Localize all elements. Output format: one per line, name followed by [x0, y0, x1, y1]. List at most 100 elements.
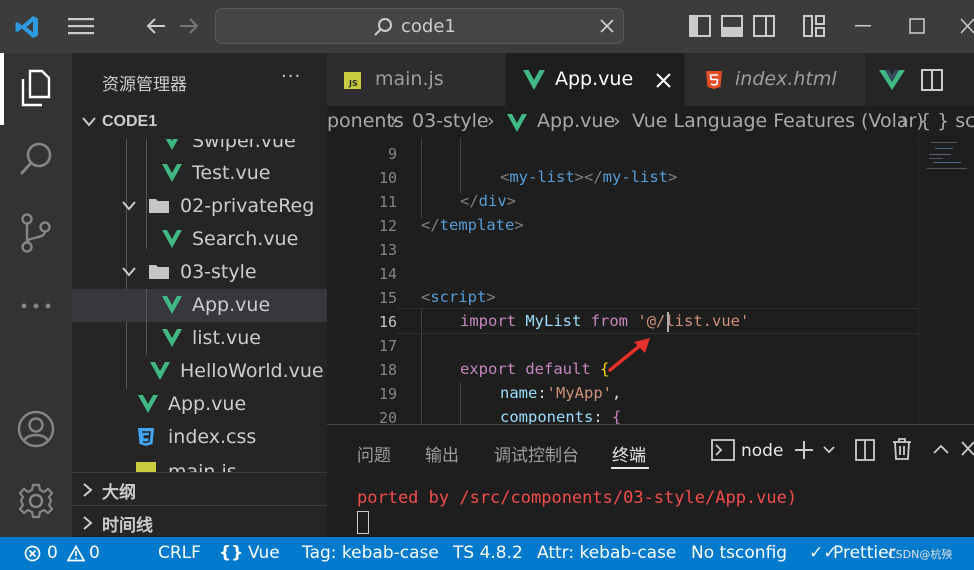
tree-item-test[interactable]: Test.vue: [72, 157, 327, 190]
close-window-icon[interactable]: [960, 18, 974, 34]
tree-item-label: 02-privateReg: [180, 195, 315, 217]
tsconfig-status[interactable]: No tsconfig: [691, 543, 787, 563]
tree-item-search[interactable]: Search.vue: [72, 223, 327, 256]
workspace-root[interactable]: CODE1: [72, 106, 327, 139]
explorer-sidebar: 资源管理器 ··· CODE1 Swiper.vue Test.vue 02-p…: [72, 53, 327, 537]
vue-preview-icon[interactable]: [879, 70, 905, 90]
vue-file-icon: [523, 70, 545, 90]
vue-file-icon: [162, 296, 182, 314]
tree-item-label: App.vue: [192, 294, 271, 316]
explorer-icon[interactable]: [18, 69, 54, 107]
minimap-line: [929, 154, 951, 155]
tree-item-label: App.vue: [168, 393, 247, 415]
account-icon[interactable]: [17, 410, 55, 448]
tag-style[interactable]: Tag: kebab-case: [302, 543, 439, 563]
active-indicator: [0, 53, 4, 125]
back-arrow-icon[interactable]: [145, 16, 167, 36]
breadcrumb-item[interactable]: Vue Language Features (Volar): [632, 110, 924, 132]
close-panel-icon[interactable]: [961, 441, 974, 457]
eol-indicator[interactable]: CRLF: [158, 543, 201, 563]
close-icon[interactable]: [599, 18, 615, 34]
panel-tab-debug-console[interactable]: 调试控制台: [494, 441, 579, 466]
tree-folder-03-style[interactable]: 03-style: [72, 256, 327, 289]
tree-folder-02-privatereg[interactable]: 02-privateReg: [72, 190, 327, 223]
tree-item-helloworld[interactable]: HelloWorld.vue: [72, 355, 327, 388]
customize-layout-icon[interactable]: [803, 15, 825, 37]
tab-index-html[interactable]: index.html: [685, 53, 865, 106]
source-control-icon[interactable]: [20, 213, 52, 253]
workspace-root-label: CODE1: [102, 113, 158, 130]
terminal-name[interactable]: node: [741, 441, 783, 461]
outline-label: 大纲: [102, 483, 136, 502]
more-icon[interactable]: [20, 303, 52, 309]
close-icon[interactable]: [656, 73, 671, 88]
prettier-status[interactable]: Prettier: [833, 543, 896, 563]
language-mode[interactable]: Vue: [248, 543, 280, 563]
braces-icon: {}: [219, 543, 244, 563]
annotation-arrow-icon: [608, 338, 650, 372]
code-line-18: export default {: [460, 360, 610, 378]
error-count[interactable]: 0: [47, 543, 58, 563]
editor-tabs: JS main.js App.vue index.html: [327, 53, 974, 106]
breadcrumb-item[interactable]: { } scri: [919, 110, 974, 132]
timeline-section[interactable]: 时间线: [72, 506, 327, 539]
minimize-icon[interactable]: [855, 25, 871, 27]
toggle-panel-icon[interactable]: [721, 15, 743, 37]
breadcrumb-item[interactable]: App.vue: [537, 110, 615, 132]
vue-file-icon: [150, 362, 170, 380]
tree-item-label: list.vue: [192, 327, 261, 349]
split-terminal-icon[interactable]: [855, 439, 875, 461]
vue-file-icon: [162, 164, 182, 182]
js-file-icon: JS: [344, 72, 361, 89]
folder-open-icon: [149, 199, 169, 213]
tree-item-label: Test.vue: [192, 162, 271, 184]
bottom-panel: 问题 输出 调试控制台 终端 node: [327, 424, 974, 537]
tree-item-app-vue-selected[interactable]: App.vue: [72, 289, 327, 322]
error-icon[interactable]: [24, 545, 41, 562]
code-line-16: import MyList from '@/list.vue': [460, 312, 750, 330]
trash-icon[interactable]: [892, 438, 912, 460]
ts-version[interactable]: TS 4.8.2: [453, 543, 523, 563]
forward-arrow-icon[interactable]: [178, 16, 200, 36]
tree-item-label: 03-style: [180, 261, 257, 283]
code-line-20: components: {: [500, 408, 622, 424]
chevron-down-icon[interactable]: [823, 446, 835, 454]
tree-item-list-vue[interactable]: list.vue: [72, 322, 327, 355]
tree-item-main-js[interactable]: main.js: [72, 454, 327, 473]
outline-section[interactable]: 大纲: [72, 473, 327, 506]
search-icon[interactable]: [18, 141, 54, 177]
tree-item-label: Search.vue: [192, 228, 299, 250]
settings-gear-icon[interactable]: [17, 482, 55, 520]
tab-app-vue[interactable]: App.vue: [506, 53, 684, 106]
tab-main-js[interactable]: JS main.js: [327, 53, 505, 106]
panel-tab-output[interactable]: 输出: [425, 441, 459, 466]
maximize-icon[interactable]: [909, 18, 925, 34]
terminal-cursor: [357, 511, 369, 534]
watermark: CSDN@杭殃: [888, 548, 953, 561]
split-editor-icon[interactable]: [921, 69, 943, 91]
sidebar-title: 资源管理器: [102, 75, 187, 95]
chevron-down-icon: [122, 267, 136, 277]
minimap[interactable]: [918, 138, 974, 424]
warning-icon[interactable]: [67, 545, 85, 562]
sidebar-more-button[interactable]: ···: [281, 66, 301, 87]
tree-item-root-app-vue[interactable]: App.vue: [72, 388, 327, 421]
css-file-icon: [138, 428, 154, 446]
attr-style[interactable]: Attr: kebab-case: [537, 543, 676, 563]
breadcrumb: ponents › 03-style › App.vue › Vue Langu…: [327, 106, 974, 138]
panel-tab-terminal[interactable]: 终端: [612, 441, 646, 466]
minimap-line: [929, 158, 943, 159]
command-center-search[interactable]: code1: [215, 8, 624, 44]
breadcrumb-item[interactable]: 03-style: [412, 110, 489, 132]
menu-icon[interactable]: [68, 16, 94, 36]
panel-tab-problems[interactable]: 问题: [357, 441, 391, 466]
terminal-icon: [711, 439, 735, 461]
plus-icon[interactable]: [794, 440, 814, 460]
warning-count[interactable]: 0: [89, 543, 100, 563]
code-line-12: </template>: [421, 216, 524, 234]
tree-item-index-css[interactable]: index.css: [72, 421, 327, 454]
toggle-primary-sidebar-icon[interactable]: [689, 15, 711, 37]
status-bar: 0 0 CRLF {} Vue Tag: kebab-case TS 4.8.2…: [0, 537, 974, 570]
toggle-secondary-sidebar-icon[interactable]: [753, 15, 775, 37]
chevron-up-icon[interactable]: [933, 444, 949, 454]
